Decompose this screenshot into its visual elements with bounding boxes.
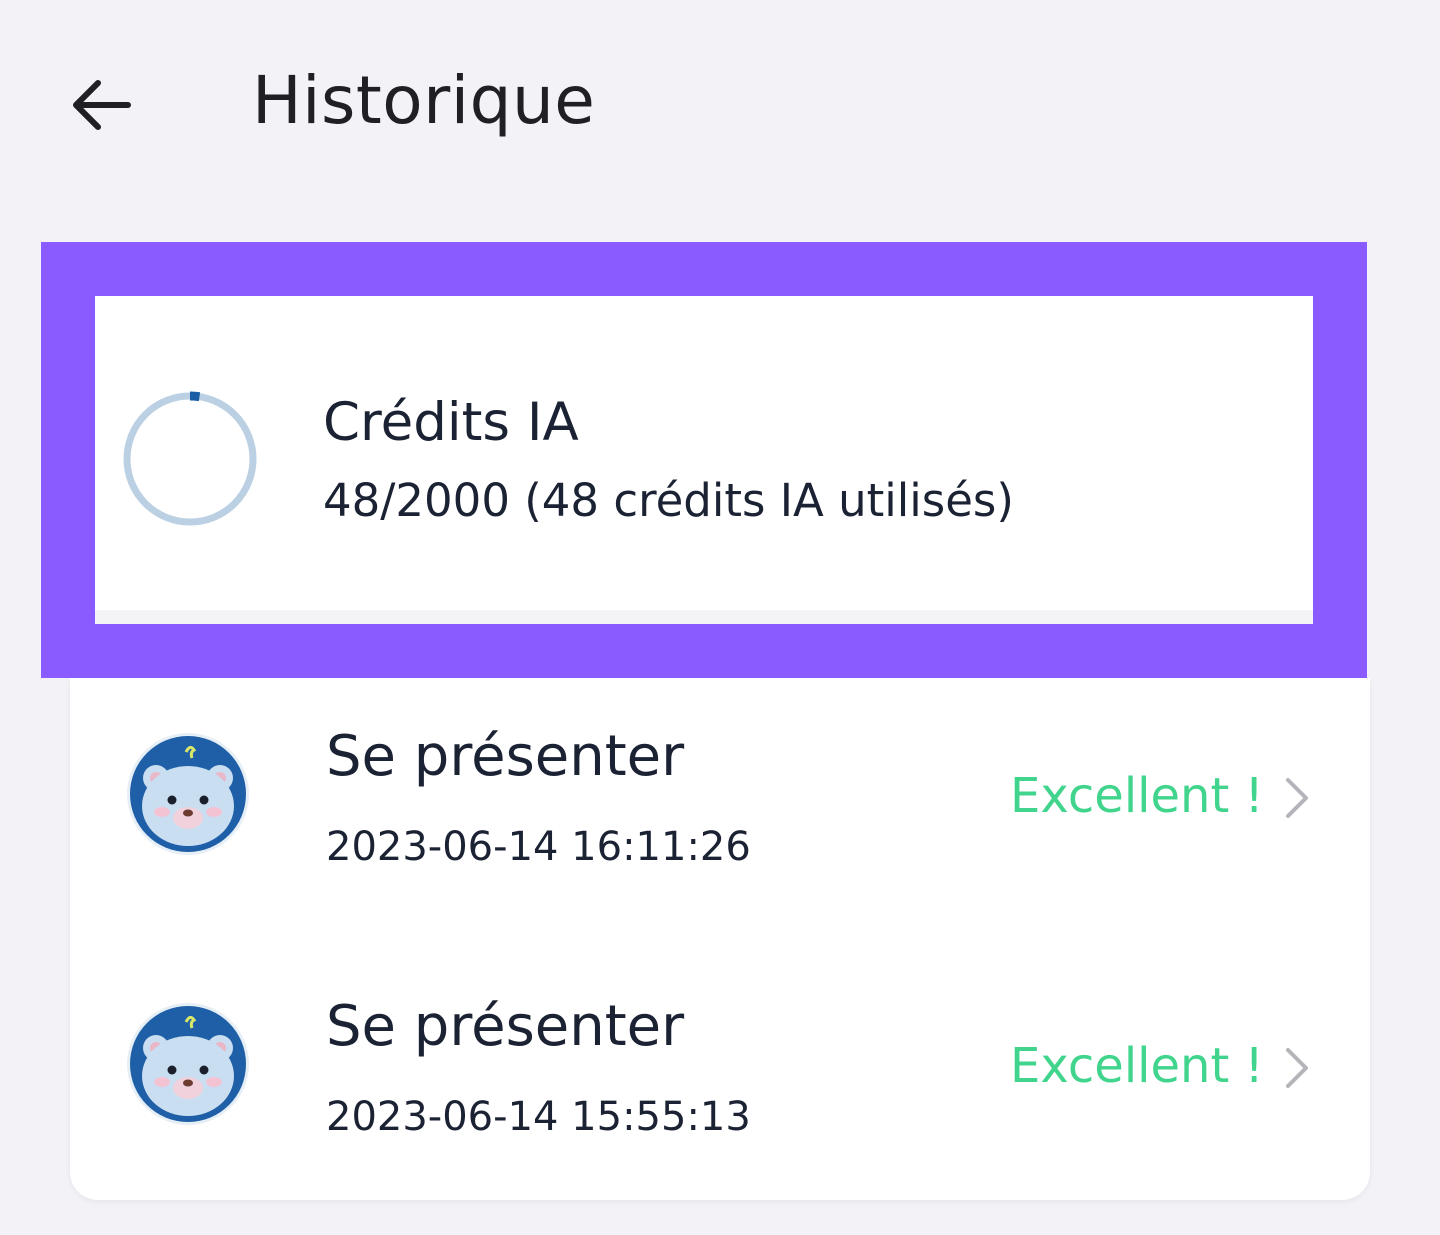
back-button[interactable] (60, 70, 140, 140)
ai-credits-card[interactable]: Crédits IA 48/2000 (48 crédits IA utilis… (95, 296, 1313, 624)
polar-bear-avatar-icon (127, 1003, 249, 1125)
history-item-title: Se présenter (326, 994, 685, 1059)
page-title: Historique (252, 62, 596, 139)
app-header: Historique (0, 40, 1440, 170)
chevron-right-icon (1286, 778, 1308, 818)
history-item[interactable]: Se présenter 2023-06-14 15:55:13 Excelle… (70, 948, 1370, 1208)
history-item-score: Excellent ! (1010, 768, 1264, 824)
history-item-score: Excellent ! (1010, 1038, 1264, 1094)
credits-progress-ring-icon (123, 391, 257, 526)
arrow-left-icon (73, 80, 131, 130)
chevron-right-icon (1286, 1048, 1308, 1088)
history-item-timestamp: 2023-06-14 15:55:13 (326, 1094, 751, 1140)
history-item-title: Se présenter (326, 724, 685, 789)
credits-progress-arc (189, 391, 201, 402)
credits-usage-text: 48/2000 (48 crédits IA utilisés) (323, 474, 1014, 527)
credits-title: Crédits IA (323, 392, 579, 453)
history-item-timestamp: 2023-06-14 16:11:26 (326, 824, 751, 870)
history-item[interactable]: Se présenter 2023-06-14 16:11:26 Excelle… (70, 678, 1370, 938)
polar-bear-avatar-icon (127, 733, 249, 855)
history-list: Se présenter 2023-06-14 16:11:26 Excelle… (70, 678, 1370, 1200)
